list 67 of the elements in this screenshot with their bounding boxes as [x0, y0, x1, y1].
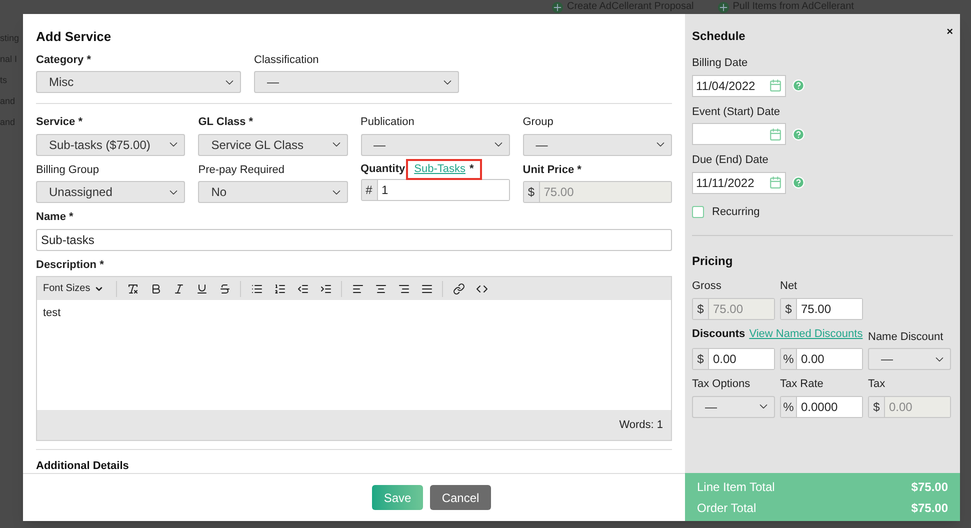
close-button[interactable]: × — [946, 27, 953, 38]
addon-label: $ — [781, 298, 797, 318]
field-label: Pre-pay Required — [198, 162, 286, 178]
field-label: Category * — [36, 52, 92, 68]
date-field[interactable]: 11/04/2022 — [692, 74, 786, 96]
field-label: Gross — [692, 279, 722, 294]
addon-label: $ — [869, 396, 885, 416]
field-label: Classification — [254, 52, 320, 68]
input-field[interactable]: % 0.0000 — [780, 396, 863, 418]
cancel-button[interactable]: Cancel — [430, 485, 491, 510]
field-label: Tax Options — [692, 377, 752, 392]
dropdown[interactable]: — — [254, 71, 459, 93]
dropdown[interactable]: Unassigned — [36, 181, 186, 203]
section-heading: Additional Details — [36, 459, 130, 473]
dialog-title: Add Service — [36, 28, 112, 46]
field-label: Description * — [36, 258, 105, 272]
date-field[interactable]: 11/11/2022 — [692, 172, 786, 194]
dropdown[interactable]: Sub-tasks ($75.00) — [36, 134, 186, 156]
field-label: Publication — [360, 115, 416, 130]
dropdown[interactable]: — — [360, 134, 510, 156]
input-field[interactable]: # 1 — [360, 178, 510, 200]
plus-icon — [718, 2, 729, 12]
word-count: Words: 1 — [619, 418, 663, 433]
checkbox-label: Recurring — [712, 204, 760, 220]
dropdown[interactable]: — — [692, 396, 775, 418]
field-label: Name * — [36, 210, 74, 225]
font-sizes-dropdown[interactable]: Font Sizes — [43, 281, 112, 296]
recurring-checkbox[interactable] — [692, 206, 704, 218]
dropdown[interactable]: Service GL Class — [198, 134, 348, 156]
addon-label: $ — [693, 298, 709, 318]
addon-label: % — [781, 349, 797, 369]
section-heading: Discounts — [692, 326, 746, 342]
dropdown[interactable]: — — [522, 134, 672, 156]
field-label: Group — [522, 115, 554, 130]
field-label: Due (End) Date — [692, 153, 770, 168]
required-mark: * — [469, 162, 474, 178]
plus-icon — [552, 2, 563, 12]
panel-title: Schedule — [692, 28, 746, 45]
dropdown[interactable]: Misc — [36, 71, 241, 93]
date-field[interactable] — [692, 123, 786, 145]
total-label: Order Total — [697, 500, 756, 516]
dropdown[interactable]: — — [868, 348, 951, 370]
total-value: $75.00 — [911, 478, 948, 496]
field-label: Net — [780, 279, 798, 294]
addon-label: $ — [693, 349, 709, 369]
field-label: Service * — [36, 115, 84, 130]
total-value: $75.00 — [911, 500, 948, 516]
field-label: Event (Start) Date — [692, 104, 782, 120]
field-label: Billing Group — [36, 162, 100, 178]
field-label: Quantity — [360, 162, 406, 178]
name-input[interactable]: Sub-tasks — [36, 228, 672, 250]
input-field[interactable]: $ 0.00 — [692, 348, 775, 370]
field-label: Unit Price * — [522, 162, 582, 178]
field-label: Billing Date — [692, 56, 749, 71]
dropdown[interactable]: No — [198, 181, 348, 203]
total-label: Line Item Total — [697, 478, 775, 496]
field-label: GL Class * — [198, 115, 254, 130]
input-field[interactable]: % 0.00 — [780, 348, 863, 370]
addon-label: % — [781, 396, 797, 416]
input-field[interactable]: $ 75.00 — [780, 298, 863, 320]
addon-label: # — [362, 180, 378, 200]
field-label: Tax Rate — [780, 377, 824, 392]
panel-title: Pricing — [692, 253, 734, 270]
editor-content[interactable]: test — [37, 300, 671, 410]
field-label: Tax — [868, 377, 886, 392]
addon-label: $ — [524, 182, 540, 202]
field-label: Name Discount — [868, 330, 944, 344]
